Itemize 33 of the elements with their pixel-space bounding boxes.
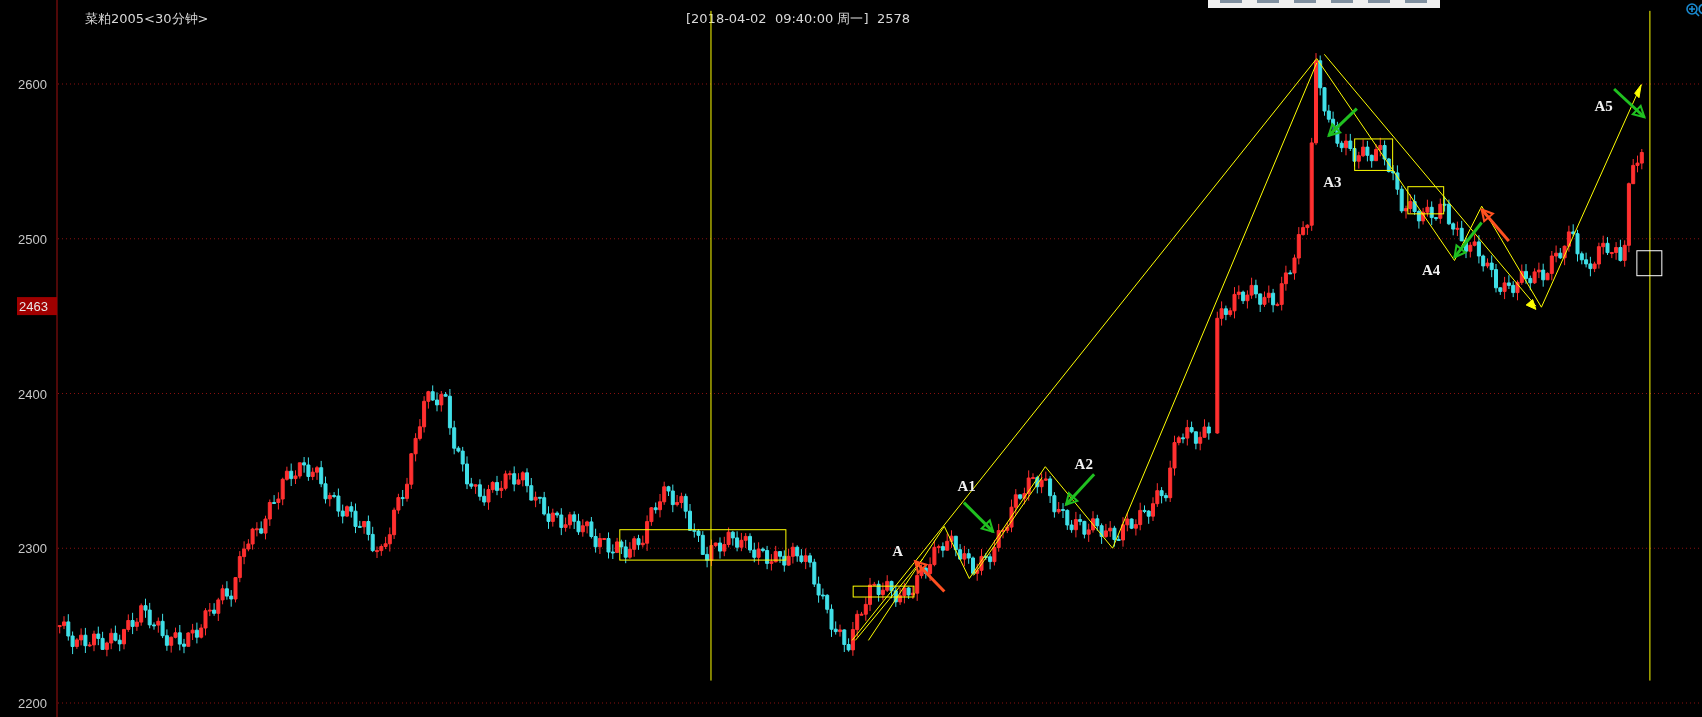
- wave-label: A4: [1421, 261, 1441, 278]
- toolbar-button[interactable]: [1257, 0, 1279, 3]
- toolbar-button[interactable]: [1405, 0, 1427, 3]
- arrow-marker: [1453, 221, 1483, 259]
- wave-label: A2: [1074, 455, 1093, 472]
- arrow-marker: [1327, 107, 1358, 138]
- range-box: [1407, 186, 1445, 215]
- zoom-in-icon[interactable]: [1686, 3, 1700, 17]
- wave-label: A1: [957, 477, 976, 494]
- arrow-marker: [1613, 87, 1646, 119]
- toolbar-button[interactable]: [1294, 0, 1316, 3]
- crosshair-box: [1636, 250, 1663, 277]
- price-axis-label: 2500: [18, 231, 47, 247]
- arrow-marker: [1064, 473, 1096, 507]
- arrow-marker: [962, 501, 995, 534]
- price-axis-label: 2300: [18, 541, 47, 557]
- range-box: [1354, 138, 1394, 171]
- wave-label: A3: [1323, 173, 1342, 190]
- cursor-price: 2578: [877, 11, 911, 26]
- price-axis-label: 2400: [18, 386, 47, 402]
- current-price-tag: 2463: [17, 297, 57, 316]
- toolbar-button[interactable]: [1331, 0, 1353, 3]
- toolbar-button[interactable]: [1368, 0, 1390, 3]
- arrow-marker: [1480, 207, 1510, 242]
- zoom-out-icon[interactable]: [1698, 3, 1702, 15]
- instrument-title: 菜粕2005<30分钟>: [85, 11, 209, 26]
- toolbar-button[interactable]: [1220, 0, 1242, 3]
- wave-label: A: [892, 542, 904, 559]
- price-axis-label: 2600: [18, 77, 47, 92]
- range-box: [852, 585, 915, 598]
- price-axis-label: 2200: [18, 696, 47, 711]
- wave-label: A5: [1594, 97, 1613, 114]
- arrow-marker: [913, 559, 946, 593]
